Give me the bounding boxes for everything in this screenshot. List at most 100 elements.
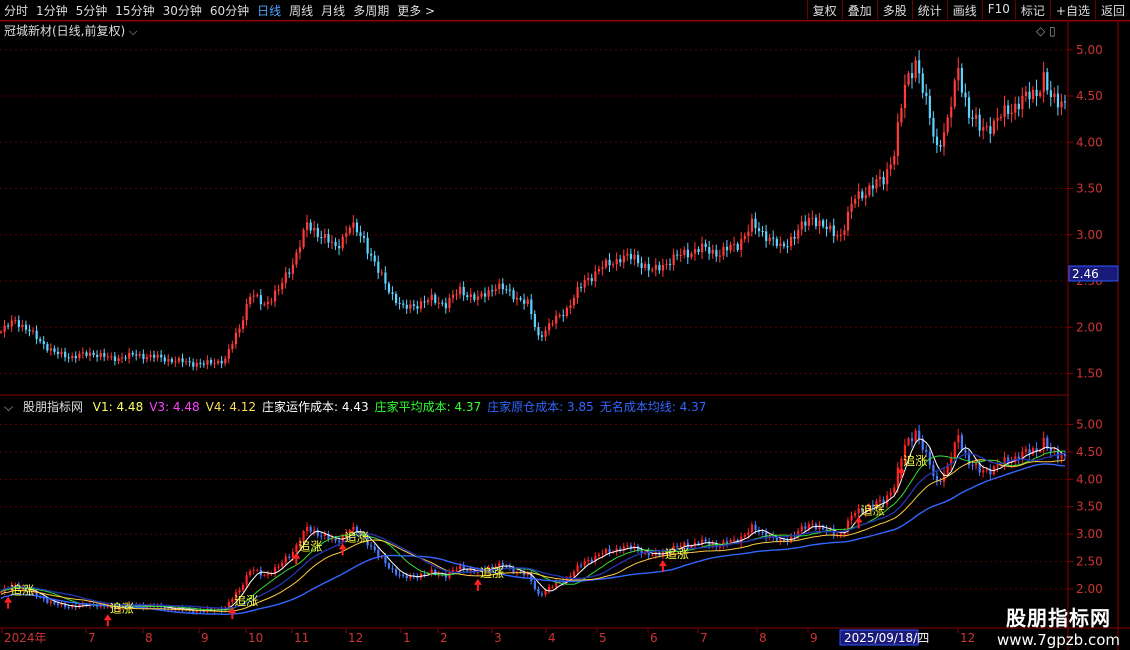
main-candle-body [615, 259, 618, 265]
main-candle-body [249, 296, 252, 305]
main-candle-body [85, 352, 88, 356]
main-candle-body [587, 278, 590, 281]
main-candle-body [217, 360, 220, 364]
main-candle-body [128, 352, 131, 359]
ind-candle-body [960, 435, 964, 450]
main-candle-body [352, 222, 355, 228]
main-candle-body [676, 254, 679, 256]
ind-candle-body [704, 539, 707, 542]
main-candle-body [391, 292, 394, 295]
main-candle-body [818, 220, 821, 227]
main-candle-body [209, 359, 213, 364]
main-candle-body [868, 185, 871, 196]
main-candle-body [967, 97, 971, 118]
main-candle-body [982, 126, 985, 131]
main-candle-body [170, 358, 174, 363]
main-candle-body [266, 301, 270, 304]
main-candle-body [117, 358, 120, 362]
main-candle-body [708, 247, 711, 254]
ind-candle-body [1028, 449, 1031, 454]
main-candle-body [1024, 91, 1028, 96]
main-candle-body [362, 236, 366, 238]
main-candle-body [103, 353, 106, 357]
ind-candle-body [320, 535, 323, 537]
main-candle-body [679, 254, 682, 256]
ind-candle-body [106, 606, 109, 608]
main-candle-body [544, 330, 547, 337]
ind-candle-body [288, 556, 291, 558]
main-candle-body [277, 289, 280, 291]
ind-candle-body [537, 588, 540, 594]
ind-candle-body [750, 524, 754, 533]
ind-candle-body [245, 575, 248, 585]
main-candle-body [451, 294, 455, 298]
main-candle-body [501, 283, 504, 290]
main-candle-body [441, 302, 444, 304]
main-candle-body [651, 269, 654, 271]
main-candle-body [540, 335, 544, 337]
main-candle-body [1017, 103, 1020, 110]
main-candle-body [861, 191, 864, 199]
main-candle-body [46, 344, 49, 351]
ind-candle-body [590, 559, 593, 562]
ind-candle-body [291, 551, 294, 558]
main-candle-body [263, 303, 266, 305]
main-candle-body [3, 325, 6, 332]
ind-candle-body [241, 584, 245, 590]
main-candle-body [32, 330, 35, 332]
main-candle-body [313, 227, 316, 231]
ind-candle-body [604, 549, 608, 554]
main-candle-body [64, 351, 67, 358]
main-ytick-label: 4.00 [1076, 135, 1103, 149]
main-ytick-label: 1.50 [1076, 367, 1103, 381]
main-candle-body [241, 320, 245, 329]
main-candle-body [113, 356, 117, 362]
brand-name: 股朋指标网 [1006, 606, 1111, 630]
ind-candle-body [67, 606, 70, 608]
main-candle-body [729, 244, 732, 251]
main-candle-body [960, 67, 964, 93]
main-candle-body [754, 218, 757, 229]
main-candle-body [626, 253, 629, 256]
date-label: 12 [348, 631, 363, 645]
ind-candle-body [430, 569, 433, 573]
main-candle-body [24, 324, 28, 330]
main-candle-body [601, 267, 604, 269]
main-candle-body [765, 231, 768, 242]
ind-candle-body [1024, 449, 1028, 452]
main-candle-body [939, 145, 942, 147]
ind-candle-body [708, 541, 711, 546]
main-candle-body [81, 352, 85, 354]
main-candle-body [131, 352, 134, 355]
main-candle-body [348, 227, 351, 234]
main-candle-body [334, 241, 337, 247]
main-candle-body [14, 320, 17, 322]
main-candle-body [42, 341, 45, 345]
signal-label: 追涨 [234, 593, 258, 608]
main-candle-body [857, 191, 860, 200]
main-candle-body [405, 304, 408, 309]
ind-candle-body [982, 470, 985, 473]
ind-candle-body [572, 571, 576, 577]
date-label: 2024年 [4, 631, 47, 645]
ind-candle-body [46, 599, 49, 603]
main-candle-body [78, 353, 81, 359]
main-candle-body [423, 301, 426, 303]
main-candle-body [412, 304, 415, 306]
main-candle-body [1060, 101, 1063, 108]
main-candle-body [92, 352, 95, 355]
main-candle-body [854, 199, 857, 204]
main-candle-body [793, 236, 796, 239]
main-candle-body [238, 328, 241, 333]
main-candle-body [227, 349, 230, 359]
main-candle-body [491, 290, 494, 292]
main-candle-body [320, 237, 323, 239]
main-candle-body [1028, 91, 1031, 100]
brand-watermark: 股朋指标网 www.7gpzb.com [997, 602, 1120, 649]
main-candle-body [779, 243, 782, 247]
ind-candle-body [580, 565, 583, 567]
main-candle-body [814, 217, 818, 227]
main-candle-body [829, 225, 832, 230]
main-candle-body [523, 299, 526, 304]
main-candle-body [1031, 89, 1035, 100]
